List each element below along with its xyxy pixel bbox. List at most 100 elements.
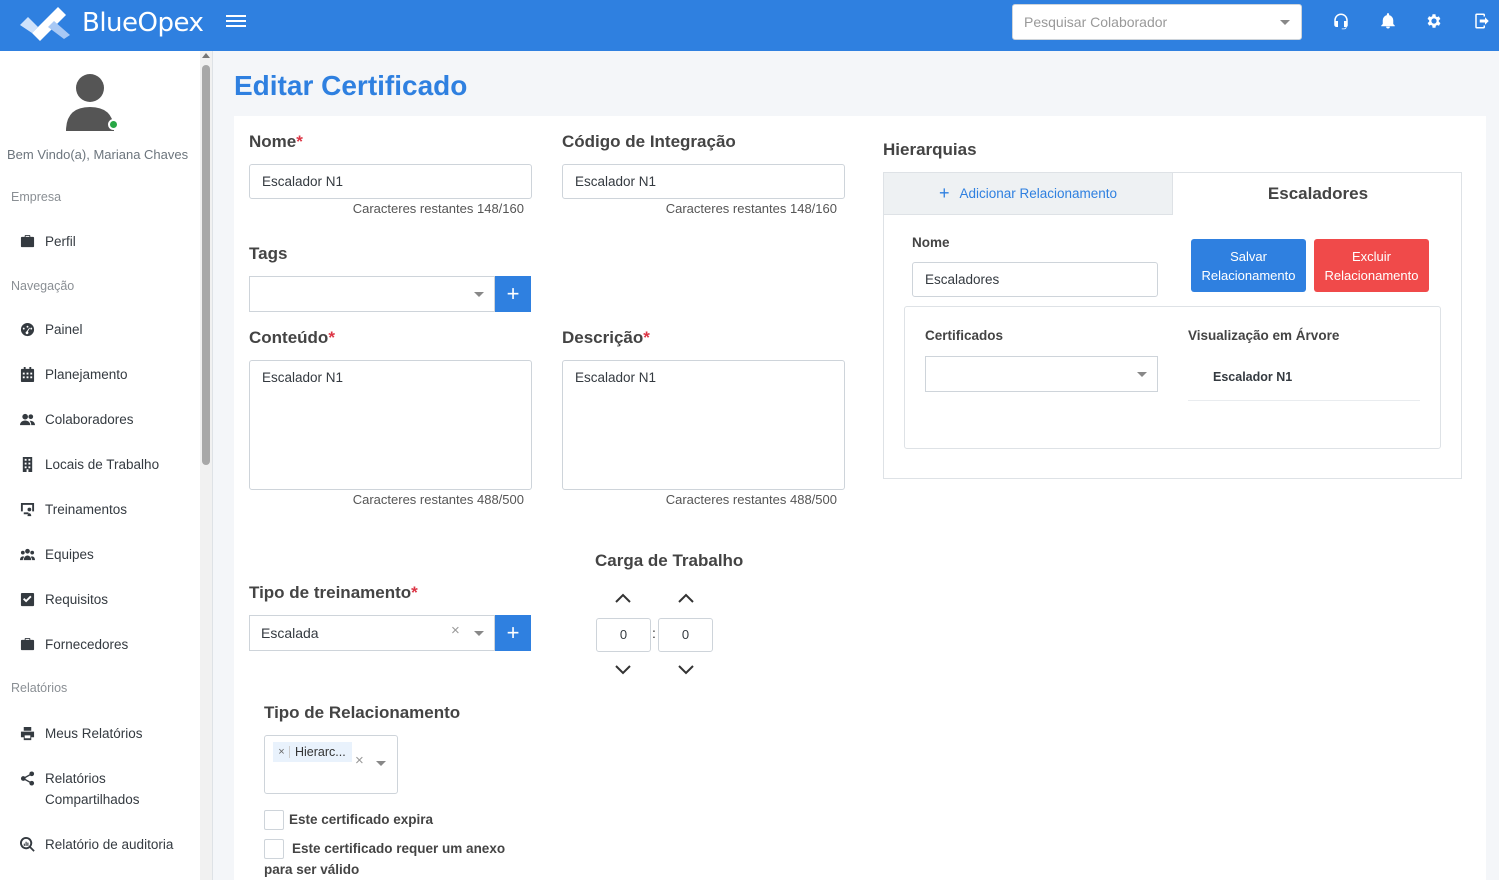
gauge-icon <box>20 322 35 337</box>
share-icon <box>20 771 35 786</box>
sidebar-item-colaboradores[interactable]: Colaboradores <box>20 409 195 430</box>
sidebar-item-label: Meus Relatórios <box>45 726 143 741</box>
page-title: Editar Certificado <box>234 70 468 101</box>
sidebar-item-fornecedores[interactable]: Fornecedores <box>20 634 195 655</box>
expira-label: Este certificado expira <box>289 812 434 827</box>
tree-item[interactable]: Escalador N1 <box>1188 367 1420 401</box>
sidebar-item-perfil[interactable]: Perfil <box>20 231 195 252</box>
chevron-down-icon <box>474 631 484 636</box>
sidebar: Bem Vindo(a), Mariana Chaves Empresa Per… <box>0 51 213 880</box>
nome-label-text: Nome <box>249 132 297 151</box>
sidebar-item-meus-relatorios[interactable]: Meus Relatórios <box>20 723 195 744</box>
anexo-label: Este certificado requer um anexo para se… <box>264 841 506 877</box>
sidebar-item-treinamentos[interactable]: Treinamentos <box>20 499 195 520</box>
add-tag-button[interactable]: + <box>495 276 531 312</box>
relacionamento-nome-label: Nome <box>912 235 950 250</box>
sidebar-item-label: Perfil <box>45 234 76 249</box>
building-icon <box>20 457 35 472</box>
search-chart-icon <box>20 837 35 852</box>
sidebar-item-painel[interactable]: Painel <box>20 319 195 340</box>
hours-input[interactable]: 0 <box>596 618 651 652</box>
section-relatorios: Relatórios <box>11 681 68 695</box>
sidebar-item-label: Treinamentos <box>45 502 128 517</box>
nome-counter: Caracteres restantes 148/160 <box>352 201 524 216</box>
hours-decrement-chevron-down-icon[interactable] <box>614 663 632 675</box>
required-mark: * <box>643 328 650 347</box>
sidebar-item-label: Equipes <box>45 547 94 562</box>
minutes-input[interactable]: 0 <box>658 618 713 652</box>
codigo-label: Código de Integração <box>562 132 736 151</box>
search-colaborador-select[interactable]: Pesquisar Colaborador <box>1012 4 1302 40</box>
chevron-down-icon <box>376 761 386 766</box>
codigo-input[interactable]: Escalador N1 <box>562 164 845 199</box>
section-empresa: Empresa <box>11 190 62 204</box>
tags-select[interactable] <box>249 276 495 312</box>
required-mark: * <box>296 132 303 151</box>
tipo-relacionamento-multiselect[interactable]: × Hierarc... × <box>264 735 398 794</box>
certificados-select[interactable] <box>925 356 1158 392</box>
scroll-up-arrow-icon[interactable] <box>202 53 210 58</box>
minutes-increment-chevron-up-icon[interactable] <box>677 591 695 603</box>
menu-toggle-icon[interactable] <box>226 12 246 32</box>
selected-chip: × Hierarc... <box>273 742 352 762</box>
add-tipo-treinamento-button[interactable]: + <box>495 615 531 651</box>
tree-view-label: Visualização em Árvore <box>1188 328 1340 343</box>
chip-label: Hierarc... <box>295 745 346 759</box>
sidebar-item-planejamento[interactable]: Planejamento <box>20 364 195 385</box>
sidebar-item-label: Requisitos <box>45 592 109 607</box>
online-status-dot <box>108 119 119 130</box>
hierarquias-panel: + Adicionar Relacionamento Escaladores N… <box>883 172 1462 479</box>
check-square-icon <box>20 592 35 607</box>
tipo-relacionamento-label: Tipo de Relacionamento <box>264 703 461 722</box>
tab-add-label: Adicionar Relacionamento <box>959 186 1118 201</box>
headset-icon[interactable] <box>1331 11 1351 31</box>
team-icon <box>20 547 35 562</box>
sidebar-item-relatorio-auditoria[interactable]: Relatório de auditoria <box>20 834 195 855</box>
chip-remove-icon[interactable]: × <box>274 746 290 758</box>
sidebar-item-locais[interactable]: Locais de Trabalho <box>20 454 195 475</box>
top-bar: BlueOpex Pesquisar Colaborador <box>0 0 1499 51</box>
sidebar-scrollbar-thumb[interactable] <box>202 65 210 465</box>
nome-input[interactable]: Escalador N1 <box>249 164 532 199</box>
welcome-text: Bem Vindo(a), Mariana Chaves <box>7 147 189 162</box>
codigo-counter: Caracteres restantes 148/160 <box>665 201 837 216</box>
chalkboard-icon <box>20 502 35 517</box>
bell-icon[interactable] <box>1378 11 1398 31</box>
logout-icon[interactable] <box>1472 11 1492 31</box>
relacionamento-nome-input[interactable]: Escaladores <box>912 262 1158 297</box>
logo[interactable]: BlueOpex <box>18 5 204 41</box>
descricao-textarea[interactable]: Escalador N1 <box>562 360 845 490</box>
delete-relacionamento-button[interactable]: Excluir Relacionamento <box>1314 239 1429 292</box>
search-placeholder: Pesquisar Colaborador <box>1024 14 1168 30</box>
tab-escaladores[interactable]: Escaladores <box>1173 173 1463 215</box>
sidebar-item-equipes[interactable]: Equipes <box>20 544 195 565</box>
save-relacionamento-button[interactable]: Salvar Relacionamento <box>1191 239 1306 292</box>
tab-adicionar-relacionamento[interactable]: + Adicionar Relacionamento <box>884 173 1173 215</box>
conteudo-label: Conteúdo* <box>249 328 335 348</box>
clear-selection-icon[interactable]: × <box>451 622 460 639</box>
clear-selection-icon[interactable]: × <box>355 752 364 769</box>
carga-label: Carga de Trabalho <box>595 551 744 570</box>
app-name: BlueOpex <box>82 8 204 38</box>
minutes-decrement-chevron-down-icon[interactable] <box>677 663 695 675</box>
sidebar-item-label: Relatório de auditoria <box>45 837 174 852</box>
sidebar-item-relatorios-compartilhados[interactable]: Relatórios Compartilhados <box>20 768 195 810</box>
conteudo-counter: Caracteres restantes 488/500 <box>352 492 524 507</box>
expira-checkbox[interactable] <box>264 810 284 830</box>
hours-increment-chevron-up-icon[interactable] <box>614 591 632 603</box>
tipo-treinamento-label: Tipo de treinamento* <box>249 583 418 603</box>
section-navegacao: Navegação <box>11 279 75 293</box>
required-mark: * <box>328 328 335 347</box>
certificados-label: Certificados <box>925 328 1004 343</box>
descricao-label-text: Descrição <box>562 328 644 347</box>
descricao-label: Descrição* <box>562 328 650 348</box>
required-mark: * <box>411 583 418 602</box>
descricao-counter: Caracteres restantes 488/500 <box>665 492 837 507</box>
sidebar-item-requisitos[interactable]: Requisitos <box>20 589 195 610</box>
gear-icon[interactable] <box>1424 11 1444 31</box>
tipo-treinamento-select[interactable]: Escalada × <box>249 615 495 651</box>
conteudo-textarea[interactable]: Escalador N1 <box>249 360 532 490</box>
plus-icon: + <box>938 183 950 203</box>
users-icon <box>20 412 35 427</box>
tags-label: Tags <box>249 244 288 263</box>
